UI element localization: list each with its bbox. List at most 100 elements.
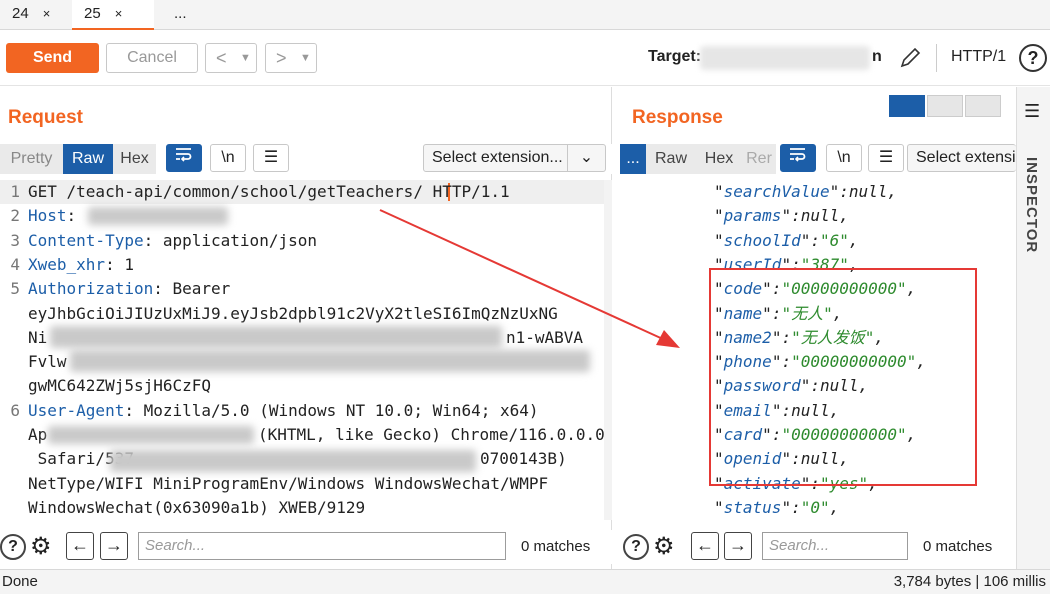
edit-pencil-icon[interactable]	[898, 46, 922, 70]
request-line: Host:	[28, 206, 86, 226]
status-text: Done	[2, 573, 38, 590]
chevron-down-icon[interactable]: ▼	[240, 44, 251, 72]
close-icon[interactable]: ×	[43, 6, 51, 21]
chevron-down-icon[interactable]: ▼	[300, 44, 311, 72]
newline-toggle-button[interactable]: \n	[826, 144, 862, 172]
tab-raw[interactable]: Raw	[648, 144, 694, 174]
chevron-right-icon: >	[276, 48, 287, 68]
next-match-button[interactable]: →	[724, 532, 752, 560]
request-line: NetType/WIFI MiniProgramEnv/Windows Wind…	[28, 473, 549, 493]
layout-toggle-group	[889, 95, 1001, 117]
next-match-button[interactable]: →	[100, 532, 128, 560]
request-line-tail: n1-wABVA	[506, 327, 584, 347]
redacted-host	[88, 207, 228, 225]
tab-hex[interactable]: Hex	[698, 144, 740, 174]
request-line: Authorization: Bearer	[28, 279, 231, 299]
match-count: 0 matches	[521, 538, 591, 555]
help-icon[interactable]: ?	[623, 534, 649, 560]
newline-toggle-button[interactable]: \n	[210, 144, 246, 172]
send-button[interactable]: Send	[6, 43, 99, 73]
gear-icon[interactable]: ⚙	[653, 532, 675, 561]
response-search-input[interactable]: Search...	[762, 532, 908, 560]
menu-icon[interactable]: ☰	[1024, 101, 1040, 122]
target-tail: n	[872, 48, 882, 65]
request-tabs-bar: 24 × 25 × ...	[0, 0, 1050, 30]
layout-side-by-side-button[interactable]	[889, 95, 925, 117]
help-icon[interactable]: ?	[0, 534, 26, 560]
request-line: gwMC642ZWj5sjH6CzFQ	[28, 376, 212, 396]
redacted-token	[70, 350, 590, 372]
previous-match-button[interactable]: ←	[691, 532, 719, 560]
redacted-ua	[48, 426, 254, 444]
help-icon[interactable]: ?	[1019, 44, 1047, 72]
tab-25[interactable]: 25 ×	[72, 0, 154, 30]
tab-label: ...	[174, 5, 187, 22]
chevron-down-icon: ⌄	[567, 145, 605, 171]
tab-label: 25	[84, 5, 101, 22]
request-title: Request	[8, 107, 83, 128]
wrap-lines-icon[interactable]	[166, 144, 202, 172]
redacted-ua	[110, 450, 476, 472]
target-label: Target:	[648, 48, 702, 65]
back-button[interactable]: < ▼	[205, 43, 257, 73]
protocol-label[interactable]: HTTP/1	[951, 48, 1006, 66]
wrap-lines-icon[interactable]	[780, 144, 816, 172]
previous-match-button[interactable]: ←	[66, 532, 94, 560]
select-extension-dropdown[interactable]: Select extension... ⌄	[423, 144, 606, 172]
request-line: WindowsWechat(0x63090a1b) XWEB/9129	[28, 497, 366, 517]
layout-stacked-button[interactable]	[927, 95, 963, 117]
match-count: 0 matches	[923, 538, 993, 555]
response-subbar: ... Raw Hex Rer \n ☰ Select extensi	[620, 144, 1016, 174]
inspector-label[interactable]: INSPECTOR	[1023, 157, 1040, 253]
request-panel: Request Pretty Raw Hex \n ☰ Select exten…	[0, 87, 612, 569]
tab-24[interactable]: 24 ×	[0, 0, 72, 30]
redacted-target	[700, 46, 870, 70]
request-line: Ni	[28, 327, 48, 347]
response-json-line: "status":"0",	[714, 497, 840, 517]
request-search-bar: ? ⚙ ← → Search... 0 matches	[0, 530, 612, 564]
request-line: User-Agent: Mozilla/5.0 (Windows NT 10.0…	[28, 400, 539, 420]
close-icon[interactable]: ×	[115, 6, 123, 21]
redacted-token	[50, 326, 502, 348]
divider	[936, 44, 937, 72]
tab-render[interactable]: Rer	[744, 144, 774, 174]
request-subbar: Pretty Raw Hex \n ☰ Select extension... …	[0, 144, 612, 174]
status-bar: Done 3,784 bytes | 106 millis	[0, 569, 1050, 594]
request-search-input[interactable]: Search...	[138, 532, 506, 560]
request-line: Fvlw	[28, 352, 67, 372]
chevron-left-icon: <	[216, 48, 227, 68]
response-panel: Response ... Raw Hex Rer \n ☰ Select ext…	[620, 87, 1016, 569]
request-line-tail: (KHTML, like Gecko) Chrome/116.0.0.0	[258, 425, 605, 444]
tab-label: 24	[12, 5, 29, 22]
response-json-line: "params":null,	[714, 206, 849, 226]
tab-pretty[interactable]: Pretty	[0, 144, 63, 174]
response-title: Response	[632, 107, 723, 128]
tab-more[interactable]: ...	[162, 0, 212, 30]
menu-icon[interactable]: ☰	[253, 144, 289, 172]
request-line: eyJhbGciOiJIUzUxMiJ9.eyJsb2dpbl91c2VyX2t…	[28, 303, 558, 323]
cancel-button[interactable]: Cancel	[106, 43, 198, 73]
tab-pretty-collapsed[interactable]: ...	[620, 144, 646, 174]
response-stats: 3,784 bytes | 106 millis	[893, 573, 1046, 590]
request-line-tail: 0700143B)	[480, 449, 567, 469]
request-line: GET /teach-api/common/school/getTeachers…	[28, 182, 510, 201]
highlight-box	[709, 268, 977, 486]
inspector-sidebar[interactable]: ☰ INSPECTOR	[1016, 87, 1050, 569]
menu-icon[interactable]: ☰	[868, 144, 904, 172]
gear-icon[interactable]: ⚙	[30, 532, 52, 561]
tab-hex[interactable]: Hex	[113, 144, 156, 174]
select-extension-label: Select extension...	[432, 149, 563, 166]
response-json-line: "schoolId":"6",	[714, 230, 859, 250]
request-line: Ap	[28, 425, 48, 444]
response-json-line: "searchValue":null,	[714, 182, 898, 201]
request-editor[interactable]: 1 GET /teach-api/common/school/getTeache…	[0, 180, 605, 520]
main-toolbar: Send Cancel < ▼ > ▼ Target: n HTTP/1 ?	[0, 30, 1050, 86]
select-extension-dropdown[interactable]: Select extensi	[907, 144, 1016, 172]
request-line: Xweb_xhr: 1	[28, 254, 134, 274]
response-search-bar: ? ⚙ ← → Search... 0 matches	[620, 530, 1016, 564]
request-line: Content-Type: application/json	[28, 230, 317, 250]
layout-tabbed-button[interactable]	[965, 95, 1001, 117]
tab-raw[interactable]: Raw	[63, 144, 113, 174]
forward-button[interactable]: > ▼	[265, 43, 317, 73]
request-scrollbar[interactable]	[604, 180, 612, 520]
